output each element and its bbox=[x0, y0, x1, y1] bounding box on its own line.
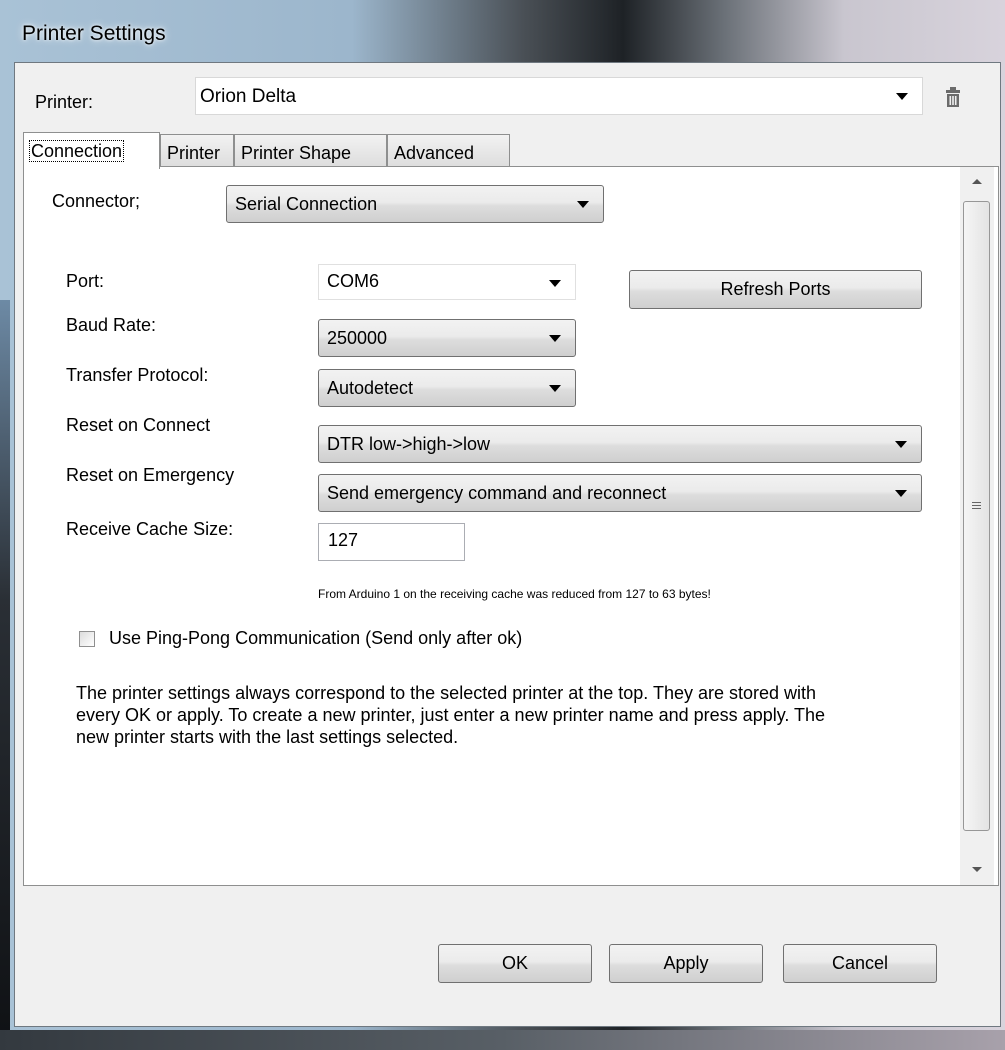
receive-cache-size-label: Receive Cache Size: bbox=[66, 519, 234, 539]
reset-on-connect-select-value: DTR low->high->low bbox=[327, 434, 491, 454]
reset-on-emergency-select-value: Send emergency command and reconnect bbox=[327, 483, 667, 503]
reset-on-connect-select[interactable]: DTR low->high->low bbox=[318, 425, 922, 463]
cache-hint-text: From Arduino 1 on the receiving cache wa… bbox=[318, 587, 711, 601]
tab-connection-label: Connection bbox=[28, 140, 125, 162]
scroll-thumb[interactable] bbox=[963, 201, 990, 831]
scroll-up-arrow-icon[interactable] bbox=[972, 179, 982, 184]
cancel-button[interactable]: Cancel bbox=[783, 944, 937, 983]
tab-printer-label: Printer bbox=[167, 143, 221, 163]
printer-label: Printer: bbox=[35, 92, 94, 112]
scroll-down-arrow-icon[interactable] bbox=[972, 867, 982, 872]
connector-label: Connector; bbox=[52, 191, 141, 211]
tab-printer-shape[interactable]: Printer Shape bbox=[234, 134, 387, 168]
trash-icon[interactable] bbox=[945, 87, 961, 107]
reset-on-connect-label: Reset on Connect bbox=[66, 415, 211, 435]
connection-tab-panel: Connector; Serial Connection Port: COM6 … bbox=[23, 166, 999, 886]
tab-connection[interactable]: Connection bbox=[23, 132, 160, 169]
chevron-down-icon bbox=[895, 441, 907, 448]
transfer-protocol-select-value: Autodetect bbox=[327, 378, 414, 398]
chevron-down-icon bbox=[896, 93, 908, 100]
printer-select[interactable]: Orion Delta bbox=[195, 77, 923, 115]
ping-pong-checkbox[interactable] bbox=[79, 631, 95, 647]
reset-on-emergency-select[interactable]: Send emergency command and reconnect bbox=[318, 474, 922, 512]
window-frame-bottom bbox=[0, 1030, 1005, 1050]
tab-printer[interactable]: Printer bbox=[160, 134, 234, 168]
port-label: Port: bbox=[66, 271, 105, 291]
dialog-client-area: Printer: Orion Delta Connection Printer … bbox=[14, 62, 1001, 1027]
tab-printer-shape-label: Printer Shape bbox=[241, 143, 352, 163]
info-text: The printer settings always correspond t… bbox=[76, 683, 826, 747]
vertical-scrollbar[interactable] bbox=[960, 167, 994, 885]
grip-icon bbox=[972, 502, 981, 511]
apply-button[interactable]: Apply bbox=[609, 944, 763, 983]
printer-select-value: Orion Delta bbox=[200, 86, 297, 107]
baud-rate-select[interactable]: 250000 bbox=[318, 319, 576, 357]
tab-advanced-label: Advanced bbox=[394, 143, 475, 163]
port-select[interactable]: COM6 bbox=[318, 264, 576, 300]
ok-button[interactable]: OK bbox=[438, 944, 592, 983]
reset-on-emergency-label: Reset on Emergency bbox=[66, 465, 235, 485]
chevron-down-icon bbox=[549, 335, 561, 342]
transfer-protocol-label: Transfer Protocol: bbox=[66, 365, 209, 385]
window-frame-edge bbox=[0, 300, 10, 1050]
window-title: Printer Settings bbox=[22, 22, 166, 45]
baud-rate-label: Baud Rate: bbox=[66, 315, 157, 335]
refresh-ports-button[interactable]: Refresh Ports bbox=[629, 270, 922, 309]
ping-pong-label: Use Ping-Pong Communication (Send only a… bbox=[109, 628, 523, 648]
chevron-down-icon bbox=[895, 490, 907, 497]
dialog-button-bar: OK Apply Cancel bbox=[15, 898, 1000, 1026]
connector-select[interactable]: Serial Connection bbox=[226, 185, 604, 223]
chevron-down-icon bbox=[549, 385, 561, 392]
transfer-protocol-select[interactable]: Autodetect bbox=[318, 369, 576, 407]
baud-rate-select-value: 250000 bbox=[327, 328, 388, 348]
chevron-down-icon bbox=[549, 280, 561, 287]
port-select-value: COM6 bbox=[327, 271, 380, 291]
connector-select-value: Serial Connection bbox=[235, 194, 378, 214]
receive-cache-size-input[interactable]: 127 bbox=[318, 523, 465, 561]
tab-advanced[interactable]: Advanced bbox=[387, 134, 510, 168]
chevron-down-icon bbox=[577, 201, 589, 208]
